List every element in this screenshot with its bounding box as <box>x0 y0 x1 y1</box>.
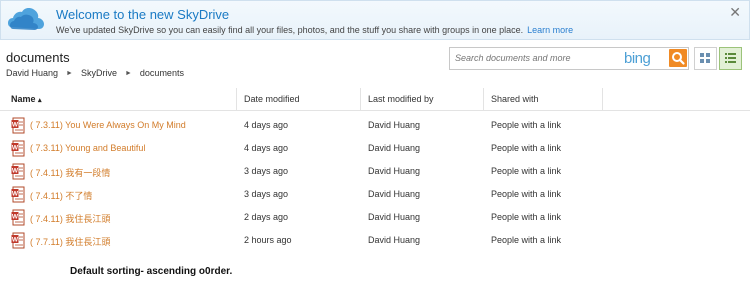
thumbnail-view-button[interactable] <box>694 47 717 70</box>
column-header-modified-by[interactable]: Last modified by <box>368 88 434 110</box>
banner-message: We've updated SkyDrive so you can easily… <box>56 25 573 35</box>
date-modified: 3 days ago <box>244 189 289 199</box>
breadcrumb: David Huang ► SkyDrive ► documents <box>6 68 184 78</box>
svg-text:W: W <box>12 191 19 198</box>
search-box: bing <box>449 47 689 70</box>
search-icon <box>672 52 685 65</box>
table-row[interactable]: W ( 7.4.11) 不了情 3 days ago David Huang Peopl… <box>0 184 750 206</box>
column-header-shared[interactable]: Shared with <box>491 88 539 110</box>
breadcrumb-item-current: documents <box>139 68 184 78</box>
document-file-icon: W <box>11 232 26 249</box>
table-row[interactable]: W ( 7.4.11) 我有一段情 3 days ago David Huang Peo… <box>0 161 750 183</box>
shared-with: People with a link <box>491 120 562 130</box>
last-modified-by: David Huang <box>368 166 421 176</box>
table-header: Name ▴ Date modified Last modified by Sh… <box>0 88 750 111</box>
document-file-icon: W <box>11 186 26 203</box>
file-name-link[interactable]: ( 7.4.11) 我住長江頭 <box>30 212 110 225</box>
table-row[interactable]: W ( 7.7.11) 我住長江頭 2 hours ago David Huang Pe… <box>0 230 750 252</box>
svg-text:W: W <box>12 145 19 152</box>
sorting-note: Default sorting- ascending o0rder. <box>70 266 233 277</box>
document-file-icon: W <box>11 140 26 157</box>
banner-message-text: We've updated SkyDrive so you can easily… <box>56 25 524 35</box>
svg-text:W: W <box>12 214 19 221</box>
details-view-icon <box>725 53 736 63</box>
date-modified: 2 hours ago <box>244 235 292 245</box>
last-modified-by: David Huang <box>368 235 421 245</box>
column-header-name-label: Name <box>11 94 36 104</box>
banner-title: Welcome to the new SkyDrive <box>56 7 230 22</box>
file-name-link[interactable]: ( 7.7.11) 我住長江頭 <box>30 235 110 248</box>
welcome-banner: Welcome to the new SkyDrive We've update… <box>0 0 750 40</box>
search-input[interactable] <box>450 48 620 67</box>
file-name-link[interactable]: ( 7.3.11) Young and Beautiful <box>30 143 145 153</box>
file-name-link[interactable]: ( 7.4.11) 我有一段情 <box>30 166 110 179</box>
shared-with: People with a link <box>491 143 562 153</box>
column-header-name[interactable]: Name ▴ <box>11 88 42 110</box>
last-modified-by: David Huang <box>368 120 421 130</box>
page-title: documents <box>6 50 70 65</box>
file-name-link[interactable]: ( 7.4.11) 不了情 <box>30 189 92 202</box>
shared-with: People with a link <box>491 166 562 176</box>
thumbnail-view-icon <box>700 53 710 63</box>
close-banner-button[interactable]: ✕ <box>729 4 741 21</box>
last-modified-by: David Huang <box>368 143 421 153</box>
date-modified: 4 days ago <box>244 143 289 153</box>
details-view-button[interactable] <box>719 47 742 70</box>
document-file-icon: W <box>11 209 26 226</box>
date-modified: 4 days ago <box>244 120 289 130</box>
breadcrumb-separator-icon: ► <box>66 70 73 77</box>
bing-logo: bing <box>624 50 651 67</box>
column-divider <box>360 88 361 110</box>
svg-text:W: W <box>12 122 19 129</box>
breadcrumb-separator-icon: ► <box>124 70 132 77</box>
sort-ascending-icon: ▴ <box>38 97 42 104</box>
skydrive-cloud-icon <box>8 8 44 30</box>
shared-with: People with a link <box>491 212 562 222</box>
breadcrumb-item-skydrive[interactable]: SkyDrive <box>81 68 117 78</box>
last-modified-by: David Huang <box>368 189 421 199</box>
column-divider <box>483 88 484 110</box>
svg-text:W: W <box>12 237 19 244</box>
table-row[interactable]: W ( 7.4.11) 我住長江頭 2 days ago David Huang Peo… <box>0 207 750 229</box>
column-divider <box>236 88 237 110</box>
table-row[interactable]: W ( 7.3.11) Young and Beautiful 4 days ago… <box>0 138 750 160</box>
table-row[interactable]: W ( 7.3.11) You Were Always On My Mind 4 d… <box>0 115 750 137</box>
date-modified: 3 days ago <box>244 166 289 176</box>
svg-text:W: W <box>12 168 19 175</box>
file-name-link[interactable]: ( 7.3.11) You Were Always On My Mind <box>30 120 186 130</box>
shared-with: People with a link <box>491 189 562 199</box>
search-button[interactable] <box>669 49 687 67</box>
document-file-icon: W <box>11 117 26 134</box>
last-modified-by: David Huang <box>368 212 421 222</box>
breadcrumb-item-owner[interactable]: David Huang <box>6 68 58 78</box>
shared-with: People with a link <box>491 235 562 245</box>
date-modified: 2 days ago <box>244 212 289 222</box>
document-file-icon: W <box>11 163 26 180</box>
column-header-date[interactable]: Date modified <box>244 88 300 110</box>
learn-more-link[interactable]: Learn more <box>527 25 573 35</box>
column-divider <box>602 88 603 110</box>
